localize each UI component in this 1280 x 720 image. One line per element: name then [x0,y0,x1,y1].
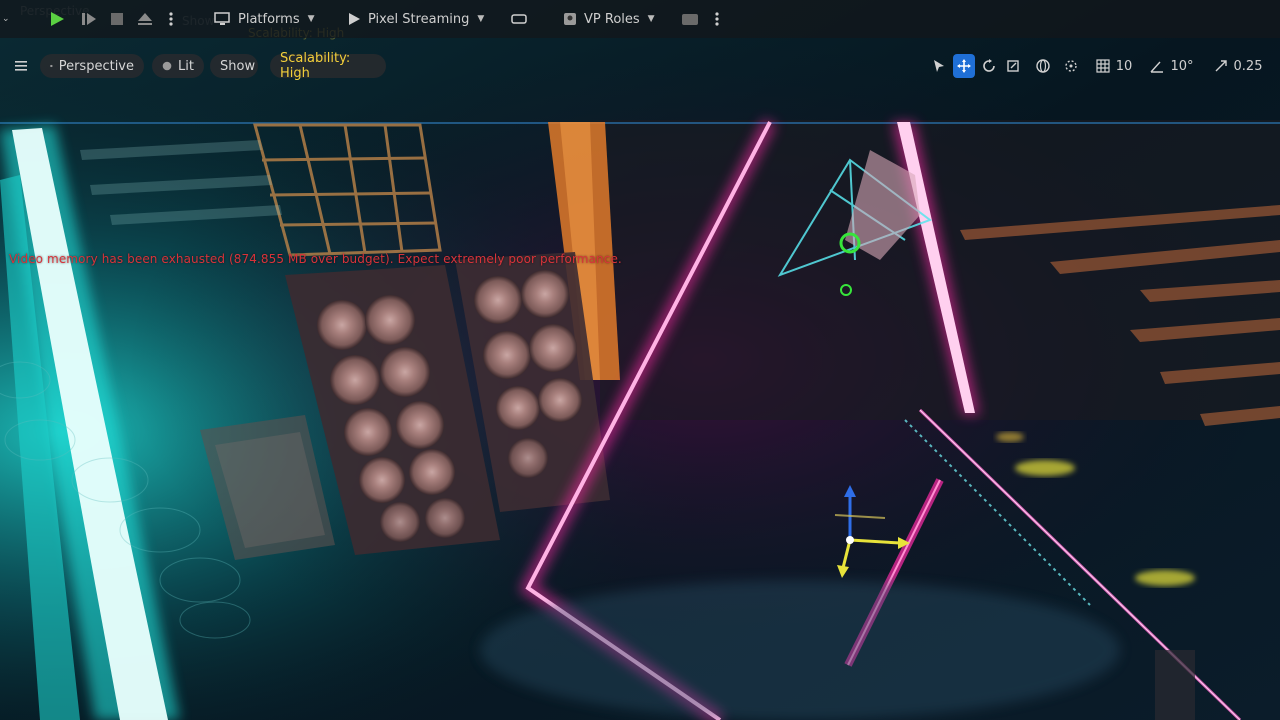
chevron-down-icon: ▼ [307,14,315,24]
pixel-streaming-icon [349,13,360,25]
perspective-view-button[interactable]: Perspective [40,54,144,78]
play-button[interactable] [48,0,66,38]
angle-snap-button[interactable]: 10° [1146,54,1198,78]
stop-icon [111,13,123,25]
play-icon [51,12,64,26]
platforms-menu[interactable]: Platforms ▼ [214,0,315,38]
kebab-menu-icon [715,12,719,26]
scalability-label: Scalability: High [280,51,351,81]
scalability-button[interactable]: Scalability: High [270,51,386,81]
eject-button[interactable] [136,0,154,38]
platforms-label: Platforms [238,11,300,27]
scale-mode-button[interactable] [1002,54,1024,78]
collapse-chevron-icon[interactable]: ⌄ [0,0,10,38]
kebab-menu-icon [169,12,173,26]
cursor-arrow-icon [934,60,944,72]
stop-button[interactable] [108,0,126,38]
camera-icon [682,14,698,25]
rotate-mode-button[interactable] [978,54,1000,78]
angle-snap-value: 10° [1170,58,1194,74]
vr-headset-icon [511,14,527,24]
angle-icon [1150,61,1164,73]
vp-roles-icon [564,13,576,25]
toolbar-overflow-button[interactable] [712,0,722,38]
viewport-options-button[interactable] [10,54,32,78]
grid-snap-button[interactable]: 10 [1090,54,1138,78]
skip-forward-icon [82,13,96,25]
vp-roles-label: VP Roles [584,11,640,27]
surface-snap-icon [1065,60,1077,72]
move-arrows-icon [957,59,971,73]
show-label: Show [220,58,256,74]
coordinate-system-button[interactable] [1032,54,1054,78]
platforms-icon [214,12,230,25]
select-mode-button[interactable] [928,54,950,78]
hamburger-menu-icon [15,61,27,71]
scale-arrow-icon [1215,60,1227,72]
show-flags-button[interactable]: Show [210,54,258,78]
grid-snap-value: 10 [1115,58,1133,74]
advance-frame-button[interactable] [80,0,98,38]
grid-icon [1096,59,1110,73]
level-viewport[interactable] [0,0,1280,720]
video-memory-warning: Video memory has been exhausted (874.855… [9,252,622,266]
scale-icon [1007,60,1019,72]
lit-sphere-icon [162,61,172,71]
pixel-streaming-menu[interactable]: Pixel Streaming ▼ [346,0,484,38]
camera-button[interactable] [680,0,700,38]
chevron-down-icon: ▼ [647,14,655,24]
view-mode-lit-button[interactable]: Lit [152,54,204,78]
viewport-toolbar: Perspective Lit Show Scalability: High 1… [0,48,1280,84]
scale-snap-value: 0.25 [1233,58,1263,74]
lit-label: Lit [178,58,194,74]
vr-mode-button[interactable] [510,0,528,38]
scale-snap-button[interactable]: 0.25 [1208,54,1268,78]
eject-icon [138,13,152,25]
surface-snapping-button[interactable] [1060,54,1082,78]
cube-icon [50,64,53,68]
perspective-label: Perspective [58,58,134,74]
rotate-icon [983,59,995,72]
globe-icon [1036,59,1050,73]
play-options-menu-button[interactable] [166,0,176,38]
main-toolbar: ⌄ Platforms ▼ Pixel Streaming ▼ VP Roles… [0,0,1280,38]
translate-mode-button[interactable] [953,54,975,78]
vp-roles-menu[interactable]: VP Roles ▼ [562,0,655,38]
pixel-streaming-label: Pixel Streaming [368,11,470,27]
chevron-down-icon: ▼ [477,14,485,24]
